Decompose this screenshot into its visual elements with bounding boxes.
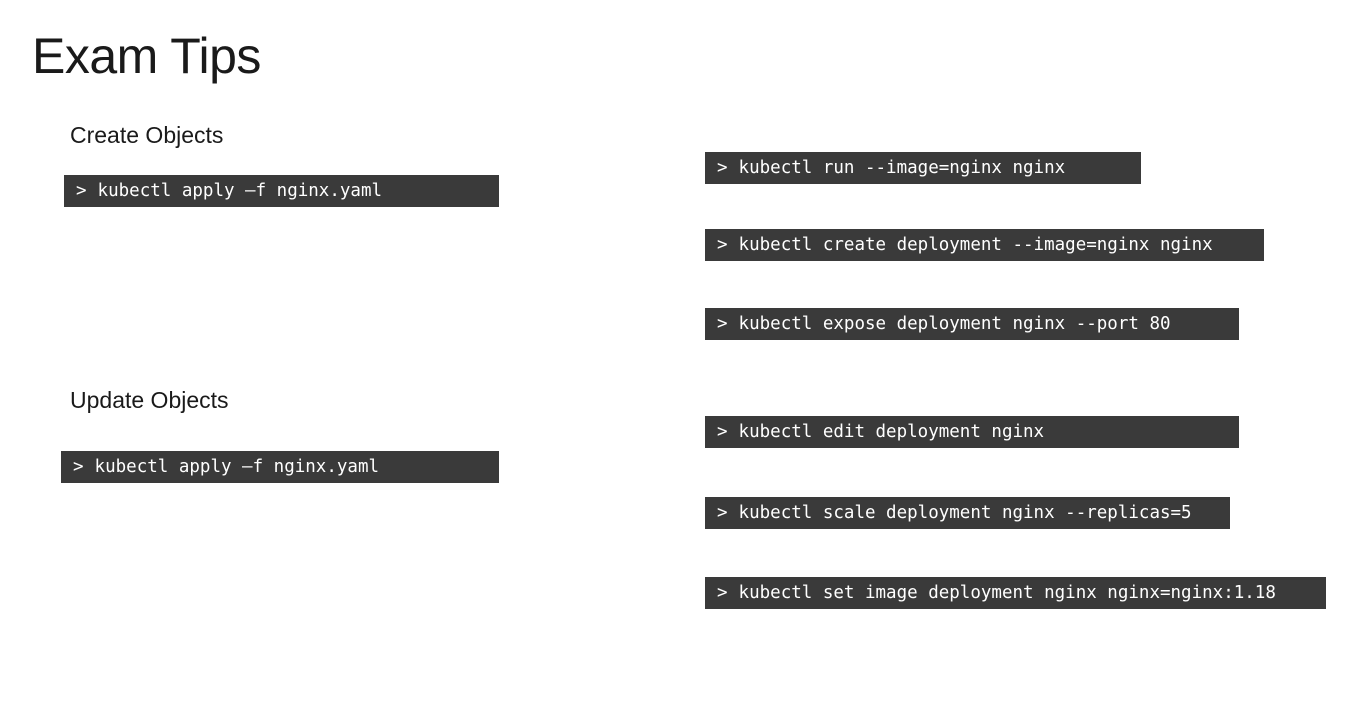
command-text: kubectl create deployment --image=nginx …: [738, 235, 1213, 255]
kubectl-scale-command: > kubectl scale deployment nginx --replic…: [705, 497, 1230, 529]
kubectl-create-deployment-command: > kubectl create deployment --image=nginx…: [705, 229, 1264, 261]
prompt-symbol: >: [717, 235, 728, 255]
prompt-symbol: >: [717, 503, 728, 523]
prompt-symbol: >: [717, 583, 728, 603]
prompt-symbol: >: [717, 314, 728, 334]
command-text: kubectl edit deployment nginx: [738, 422, 1045, 442]
prompt-symbol: >: [717, 422, 728, 442]
command-text: kubectl run --image=nginx nginx: [738, 158, 1066, 178]
create-objects-heading: Create Objects: [70, 122, 224, 148]
prompt-symbol: >: [717, 158, 728, 178]
command-text: kubectl apply –f nginx.yaml: [94, 457, 380, 477]
kubectl-set-image-command: > kubectl set image deployment nginx ngin…: [705, 577, 1326, 609]
command-text: kubectl scale deployment nginx --replica…: [738, 503, 1192, 523]
prompt-symbol: >: [76, 181, 87, 201]
update-apply-command: > kubectl apply –f nginx.yaml: [61, 451, 499, 483]
create-apply-command: > kubectl apply –f nginx.yaml: [64, 175, 499, 207]
update-objects-heading: Update Objects: [70, 387, 229, 413]
kubectl-run-command: > kubectl run --image=nginx nginx: [705, 152, 1141, 184]
command-text: kubectl apply –f nginx.yaml: [97, 181, 383, 201]
kubectl-expose-command: > kubectl expose deployment nginx --port …: [705, 308, 1239, 340]
command-text: kubectl expose deployment nginx --port 8…: [738, 314, 1171, 334]
kubectl-edit-command: > kubectl edit deployment nginx: [705, 416, 1239, 448]
command-text: kubectl set image deployment nginx nginx…: [738, 583, 1276, 603]
slide-title: Exam Tips: [32, 28, 261, 84]
prompt-symbol: >: [73, 457, 84, 477]
